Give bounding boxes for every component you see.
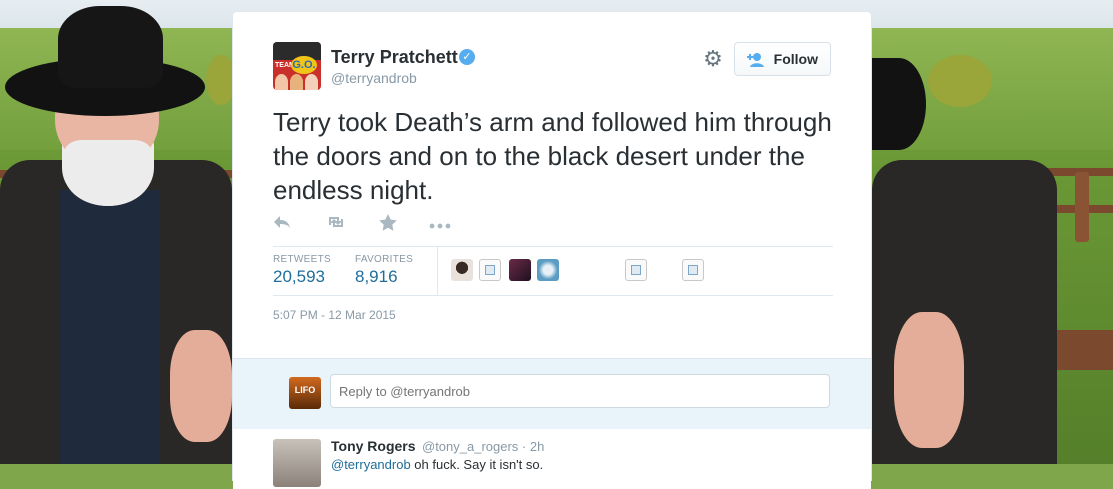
favoriter-avatar[interactable]: [451, 259, 473, 281]
reply-tweet[interactable]: Tony Rogers @tony_a_rogers · 2h @terryan…: [233, 429, 871, 489]
follow-button[interactable]: Follow: [734, 42, 831, 76]
more-icon[interactable]: [429, 216, 451, 236]
gear-icon[interactable]: ⚙: [701, 47, 725, 71]
person-left: [0, 0, 232, 464]
author-avatar[interactable]: TEAM G.O.: [273, 42, 321, 90]
reply-area: LIFO: [233, 358, 871, 429]
current-user-avatar: LIFO: [289, 377, 321, 409]
retweets-label: RETWEETS: [273, 254, 331, 265]
beard: [64, 140, 152, 206]
fence-post: [1075, 172, 1089, 242]
person-right: [872, 0, 1072, 464]
favoriter-avatar-broken[interactable]: [625, 259, 647, 281]
favoriter-avatar-broken[interactable]: [682, 259, 704, 281]
reply-mention-link[interactable]: @terryandrob: [331, 457, 411, 472]
avatar-logo-text: G.O.: [291, 56, 317, 74]
reply-author-handle[interactable]: @tony_a_rogers · 2h: [422, 439, 544, 454]
star-icon[interactable]: [379, 214, 397, 236]
hat-brim: [872, 58, 926, 150]
hand: [894, 312, 964, 448]
author-handle[interactable]: @terryandrob: [331, 70, 417, 86]
tweet-text: Terry took Death’s arm and followed him …: [273, 107, 832, 205]
add-user-icon: [747, 43, 765, 86]
author-name[interactable]: Terry Pratchett: [331, 47, 458, 68]
retweet-icon[interactable]: [325, 214, 347, 235]
avatar-figure: [290, 74, 303, 90]
shirt: [60, 190, 160, 464]
retweets-count[interactable]: 20,593: [273, 267, 325, 287]
favoriter-avatar[interactable]: [537, 259, 559, 281]
stats-divider: [437, 247, 438, 295]
tweet-timestamp[interactable]: 5:07 PM - 12 Mar 2015: [273, 308, 396, 322]
reply-icon[interactable]: [273, 214, 291, 235]
reply-author-name[interactable]: Tony Rogers: [331, 438, 416, 454]
follow-label: Follow: [773, 51, 818, 67]
favorites-label: FAVORITES: [355, 254, 414, 265]
favoriter-avatar-broken[interactable]: [479, 259, 501, 281]
hat-crown: [58, 6, 163, 88]
avatar-figure: [305, 74, 318, 90]
favoriter-avatar[interactable]: [509, 259, 531, 281]
hand: [170, 330, 232, 442]
tweet-stats: RETWEETS 20,593 FAVORITES 8,916: [273, 246, 833, 296]
verified-badge-icon: ✓: [459, 49, 475, 65]
avatar-figure: [275, 74, 288, 90]
tweet-card: TEAM G.O. Terry Pratchett ✓ @terryandrob…: [232, 11, 872, 489]
reply-input[interactable]: [330, 374, 830, 408]
reply-body: oh fuck. Say it isn't so.: [410, 457, 544, 472]
reply-author-avatar[interactable]: [273, 439, 321, 487]
favorites-count[interactable]: 8,916: [355, 267, 398, 287]
reply-text: @terryandrob oh fuck. Say it isn't so.: [331, 457, 543, 472]
